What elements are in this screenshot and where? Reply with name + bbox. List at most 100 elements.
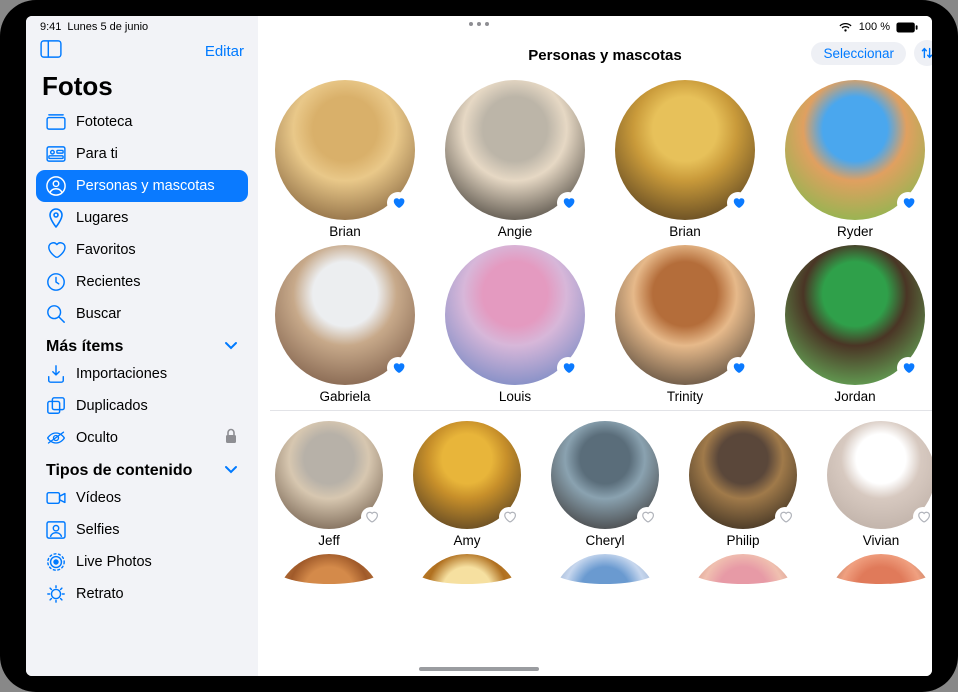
search-icon xyxy=(46,304,66,324)
sidebar-item-person-circle[interactable]: Personas y mascotas xyxy=(36,170,248,202)
home-indicator[interactable] xyxy=(419,667,539,671)
sidebar-item-portrait[interactable]: Retrato xyxy=(36,578,248,610)
sidebar-item-live[interactable]: Live Photos xyxy=(36,546,248,578)
person-name: Angie xyxy=(498,224,533,239)
favorite-badge[interactable] xyxy=(775,507,795,527)
heart-icon xyxy=(365,511,378,523)
avatar xyxy=(785,245,925,385)
favorite-badge[interactable] xyxy=(897,357,919,379)
status-bar: 9:41 Lunes 5 de junio 100 % xyxy=(26,16,932,36)
favorite-badge[interactable] xyxy=(727,192,749,214)
person-cell[interactable]: Jordan xyxy=(780,245,930,404)
video-icon xyxy=(46,488,66,508)
person-cell[interactable]: Trinity xyxy=(610,245,760,404)
edit-button[interactable]: Editar xyxy=(205,43,244,60)
sidebar-toggle-button[interactable] xyxy=(40,40,62,63)
portrait-icon xyxy=(46,584,66,604)
sidebar-item-selfie[interactable]: Selfies xyxy=(36,514,248,546)
avatar xyxy=(615,80,755,220)
favorite-badge[interactable] xyxy=(387,357,409,379)
section-title: Tipos de contenido xyxy=(46,462,192,480)
favorite-badge[interactable] xyxy=(913,507,932,527)
avatar xyxy=(615,245,755,385)
person-name: Cheryl xyxy=(585,533,624,548)
sidebar-item-for-you[interactable]: Para ti xyxy=(36,138,248,170)
sidebar-item-clock[interactable]: Recientes xyxy=(36,266,248,298)
heart-icon xyxy=(641,511,654,523)
status-date: Lunes 5 de junio xyxy=(67,21,148,33)
person-name: Jordan xyxy=(834,389,875,404)
person-cell[interactable] xyxy=(270,554,388,584)
sidebar-item-label: Duplicados xyxy=(76,398,148,414)
person-cell[interactable]: Vivian xyxy=(822,421,932,548)
library-icon xyxy=(46,112,66,132)
sidebar-item-duplicates[interactable]: Duplicados xyxy=(36,390,248,422)
person-circle-icon xyxy=(46,176,66,196)
heart-icon xyxy=(902,362,915,374)
sidebar-item-hidden[interactable]: Oculto xyxy=(36,422,248,454)
favorite-badge[interactable] xyxy=(897,192,919,214)
person-cell[interactable] xyxy=(408,554,526,584)
heart-icon xyxy=(779,511,792,523)
person-cell[interactable] xyxy=(546,554,664,584)
favorite-badge[interactable] xyxy=(557,192,579,214)
pin-icon xyxy=(46,208,66,228)
sidebar-item-import[interactable]: Importaciones xyxy=(36,358,248,390)
sidebar-item-library[interactable]: Fototeca xyxy=(36,106,248,138)
person-cell[interactable]: Cheryl xyxy=(546,421,664,548)
person-cell[interactable]: Louis xyxy=(440,245,590,404)
favorite-badge[interactable] xyxy=(387,192,409,214)
person-name: Amy xyxy=(454,533,481,548)
wifi-icon xyxy=(838,22,853,33)
favorite-badge[interactable] xyxy=(361,507,381,527)
heart-icon xyxy=(392,197,405,209)
person-cell[interactable] xyxy=(822,554,932,584)
person-cell[interactable]: Ryder xyxy=(780,80,930,239)
person-cell[interactable] xyxy=(684,554,802,584)
page-title: Personas y mascotas xyxy=(528,47,681,64)
sidebar-item-video[interactable]: Vídeos xyxy=(36,482,248,514)
avatar xyxy=(275,80,415,220)
heart-icon xyxy=(732,197,745,209)
section-header[interactable]: Más ítems xyxy=(36,330,248,358)
for-you-icon xyxy=(46,144,66,164)
avatar xyxy=(413,554,521,584)
sort-icon xyxy=(920,46,932,60)
favorite-badge[interactable] xyxy=(637,507,657,527)
person-cell[interactable]: Gabriela xyxy=(270,245,420,404)
battery-icon xyxy=(896,22,918,33)
favorite-badge[interactable] xyxy=(557,357,579,379)
person-name: Trinity xyxy=(667,389,703,404)
sidebar-item-label: Personas y mascotas xyxy=(76,178,215,194)
person-cell[interactable]: Amy xyxy=(408,421,526,548)
multitask-indicator[interactable] xyxy=(469,22,489,26)
chevron-down-icon xyxy=(224,338,238,356)
avatar xyxy=(275,554,383,584)
favorite-badge[interactable] xyxy=(499,507,519,527)
live-icon xyxy=(46,552,66,572)
sidebar-item-pin[interactable]: Lugares xyxy=(36,202,248,234)
person-cell[interactable]: Jeff xyxy=(270,421,388,548)
sidebar-item-label: Vídeos xyxy=(76,490,121,506)
sidebar: Editar Fotos FototecaPara tiPersonas y m… xyxy=(26,16,258,676)
avatar xyxy=(413,421,521,529)
person-cell[interactable]: Brian xyxy=(610,80,760,239)
lock-icon xyxy=(224,428,238,448)
heart-icon xyxy=(732,362,745,374)
section-header[interactable]: Tipos de contenido xyxy=(36,454,248,482)
chevron-down-icon xyxy=(224,462,238,480)
person-cell[interactable]: Angie xyxy=(440,80,590,239)
person-cell[interactable]: Philip xyxy=(684,421,802,548)
heart-icon xyxy=(562,197,575,209)
sidebar-item-search[interactable]: Buscar xyxy=(36,298,248,330)
avatar xyxy=(827,554,932,584)
import-icon xyxy=(46,364,66,384)
sidebar-item-label: Live Photos xyxy=(76,554,152,570)
sidebar-item-label: Importaciones xyxy=(76,366,167,382)
person-cell[interactable]: Brian xyxy=(270,80,420,239)
select-button[interactable]: Seleccionar xyxy=(811,42,906,65)
favorite-badge[interactable] xyxy=(727,357,749,379)
sort-button[interactable] xyxy=(914,40,932,66)
sidebar-item-heart[interactable]: Favoritos xyxy=(36,234,248,266)
heart-icon xyxy=(392,362,405,374)
